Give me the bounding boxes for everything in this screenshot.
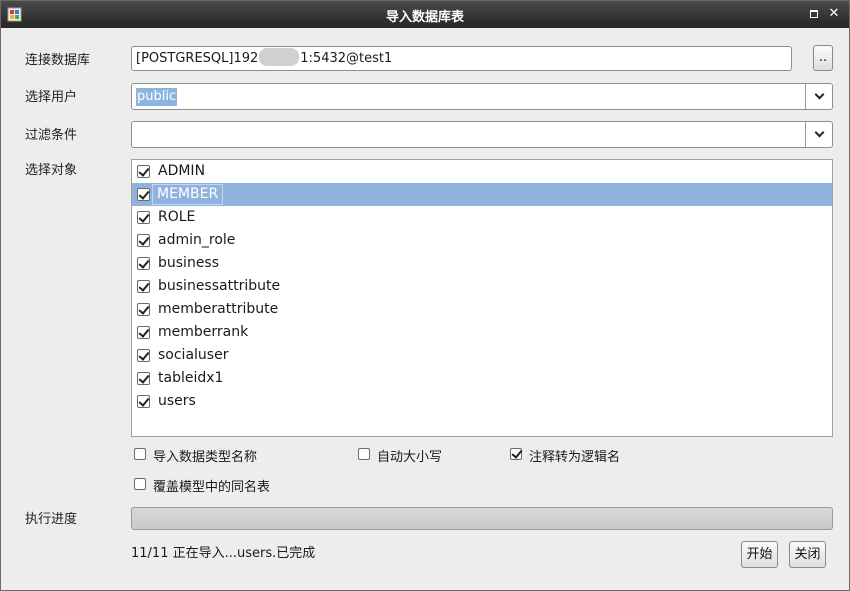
option-import-type-names[interactable]: 导入数据类型名称 <box>134 447 294 465</box>
item-checkbox[interactable] <box>137 303 150 316</box>
list-item[interactable]: ADMIN <box>132 160 832 183</box>
option-checkbox[interactable] <box>358 448 370 460</box>
item-checkbox[interactable] <box>137 395 150 408</box>
item-label: tableidx1 <box>158 370 224 386</box>
list-item[interactable]: admin_role <box>132 229 832 252</box>
list-item[interactable]: businessattribute <box>132 275 832 298</box>
item-checkbox[interactable] <box>137 280 150 293</box>
objects-label: 选择对象 <box>25 163 78 178</box>
filter-select-value <box>136 126 138 144</box>
item-label: ROLE <box>158 209 196 225</box>
item-checkbox[interactable] <box>137 349 150 362</box>
list-item[interactable]: MEMBER <box>132 183 832 206</box>
item-checkbox[interactable] <box>137 165 150 178</box>
status-text: 11/11 正在导入...users.已完成 <box>131 546 316 561</box>
maximize-icon <box>810 10 818 18</box>
connection-field[interactable]: [POSTGRESQL]192 1:5432@test1 <box>131 46 792 71</box>
chevron-down-icon <box>814 89 824 100</box>
redaction-mask <box>259 48 300 66</box>
item-checkbox[interactable] <box>137 372 150 385</box>
option-label: 覆盖模型中的同名表 <box>153 480 271 495</box>
objects-list[interactable]: ADMIN MEMBER ROLE admin_role business bu… <box>131 159 833 437</box>
window-title: 导入数据库表 <box>385 10 464 25</box>
connection-value-suffix: 1:5432@test1 <box>300 51 393 66</box>
list-item[interactable]: business <box>132 252 832 275</box>
option-label: 注释转为逻辑名 <box>529 450 621 465</box>
browse-connection-button[interactable]: .. <box>813 45 833 71</box>
item-checkbox[interactable] <box>137 188 150 201</box>
import-db-tables-dialog: 导入数据库表 ✕ 连接数据库 [POSTGRESQL]192 1:5432@tes… <box>0 0 850 591</box>
filter-label: 过滤条件 <box>25 128 78 143</box>
option-checkbox[interactable] <box>510 448 522 460</box>
item-label: MEMBER <box>152 184 224 205</box>
item-checkbox[interactable] <box>137 211 150 224</box>
item-label: memberrank <box>158 324 249 340</box>
connection-value-prefix: [POSTGRESQL]192 <box>136 51 259 66</box>
title-bar[interactable]: 导入数据库表 ✕ <box>1 1 849 28</box>
option-label: 自动大小写 <box>377 450 443 465</box>
item-checkbox[interactable] <box>137 257 150 270</box>
filter-select[interactable] <box>131 121 833 148</box>
item-checkbox[interactable] <box>137 234 150 247</box>
user-select[interactable]: public <box>131 83 833 110</box>
item-label: memberattribute <box>158 301 279 317</box>
maximize-button[interactable] <box>807 7 821 21</box>
option-auto-case[interactable]: 自动大小写 <box>358 447 478 465</box>
progress-label: 执行进度 <box>25 512 78 527</box>
start-button[interactable]: 开始 <box>741 541 778 568</box>
chevron-down-icon <box>814 127 824 138</box>
list-item[interactable]: socialuser <box>132 344 832 367</box>
list-item[interactable]: memberrank <box>132 321 832 344</box>
item-label: users <box>158 393 196 409</box>
item-label: admin_role <box>158 232 236 248</box>
option-overwrite-same-name[interactable]: 覆盖模型中的同名表 <box>134 477 314 495</box>
option-comment-to-logical[interactable]: 注释转为逻辑名 <box>510 447 660 465</box>
item-checkbox[interactable] <box>137 326 150 339</box>
close-window-button[interactable]: ✕ <box>827 7 841 21</box>
list-item[interactable]: users <box>132 390 832 413</box>
connection-label: 连接数据库 <box>25 53 91 68</box>
option-label: 导入数据类型名称 <box>153 450 258 465</box>
item-label: businessattribute <box>158 278 281 294</box>
option-checkbox[interactable] <box>134 478 146 490</box>
list-item[interactable]: ROLE <box>132 206 832 229</box>
item-label: business <box>158 255 220 271</box>
user-label: 选择用户 <box>25 90 78 105</box>
close-button[interactable]: 关闭 <box>789 541 826 568</box>
item-label: ADMIN <box>158 163 206 179</box>
user-dropdown-toggle[interactable] <box>805 84 832 109</box>
list-item[interactable]: tableidx1 <box>132 367 832 390</box>
user-select-value: public <box>136 88 178 106</box>
list-item[interactable]: memberattribute <box>132 298 832 321</box>
progress-bar <box>131 507 833 530</box>
close-icon: ✕ <box>828 6 840 21</box>
item-label: socialuser <box>158 347 229 363</box>
filter-dropdown-toggle[interactable] <box>805 122 832 147</box>
option-checkbox[interactable] <box>134 448 146 460</box>
